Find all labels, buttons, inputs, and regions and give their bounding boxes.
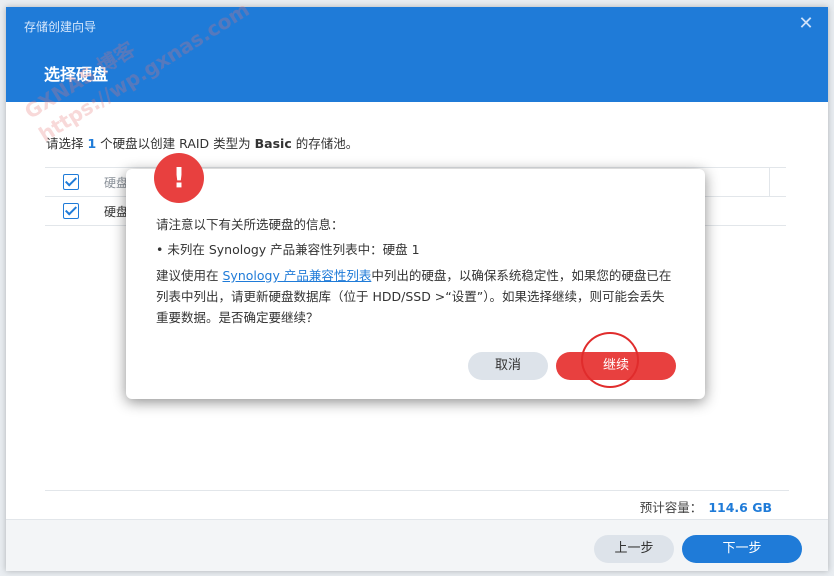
dialog-bullet: • 未列在 Synology 产品兼容性列表中：硬盘 1 bbox=[156, 242, 420, 257]
estimated-capacity: 预计容量： 114.6 GB bbox=[640, 497, 772, 516]
disk-count: 1 bbox=[87, 136, 97, 151]
select-all-checkbox[interactable] bbox=[63, 174, 79, 190]
row-checkbox[interactable] bbox=[63, 203, 79, 219]
warning-exclamation-icon: ! bbox=[154, 153, 204, 203]
cancel-button[interactable]: 取消 bbox=[468, 352, 548, 380]
close-icon[interactable]: ✕ bbox=[798, 15, 814, 33]
warning-dialog: 请注意以下有关所选硬盘的信息： • 未列在 Synology 产品兼容性列表中：… bbox=[126, 169, 705, 399]
window-title: 存储创建向导 bbox=[24, 20, 97, 34]
column-header-disk: 硬盘 bbox=[104, 176, 129, 190]
previous-button[interactable]: 上一步 bbox=[594, 535, 674, 563]
page-title: 选择硬盘 bbox=[44, 65, 109, 84]
instruction-text: 请选择 1 个硬盘以创建 RAID 类型为 Basic 的存储池。 bbox=[46, 136, 359, 151]
capacity-value: 114.6 GB bbox=[708, 500, 772, 515]
raid-type: Basic bbox=[254, 136, 292, 151]
column-divider[interactable] bbox=[769, 168, 770, 196]
dialog-message: 请注意以下有关所选硬盘的信息： bbox=[156, 217, 344, 232]
wizard-footer: 上一步 下一步 bbox=[6, 519, 828, 571]
continue-button[interactable]: 继续 bbox=[556, 352, 676, 380]
disk-name: 硬盘 bbox=[104, 205, 129, 219]
divider bbox=[45, 490, 789, 491]
capacity-label: 预计容量： bbox=[639, 500, 703, 515]
compatibility-list-link[interactable]: Synology 产品兼容性列表 bbox=[222, 268, 371, 283]
wizard-header: 存储创建向导 ✕ 选择硬盘 bbox=[6, 7, 828, 102]
next-button[interactable]: 下一步 bbox=[682, 535, 802, 563]
dialog-recommendation: 建议使用在 Synology 产品兼容性列表中列出的硬盘，以确保系统稳定性，如果… bbox=[156, 268, 672, 325]
